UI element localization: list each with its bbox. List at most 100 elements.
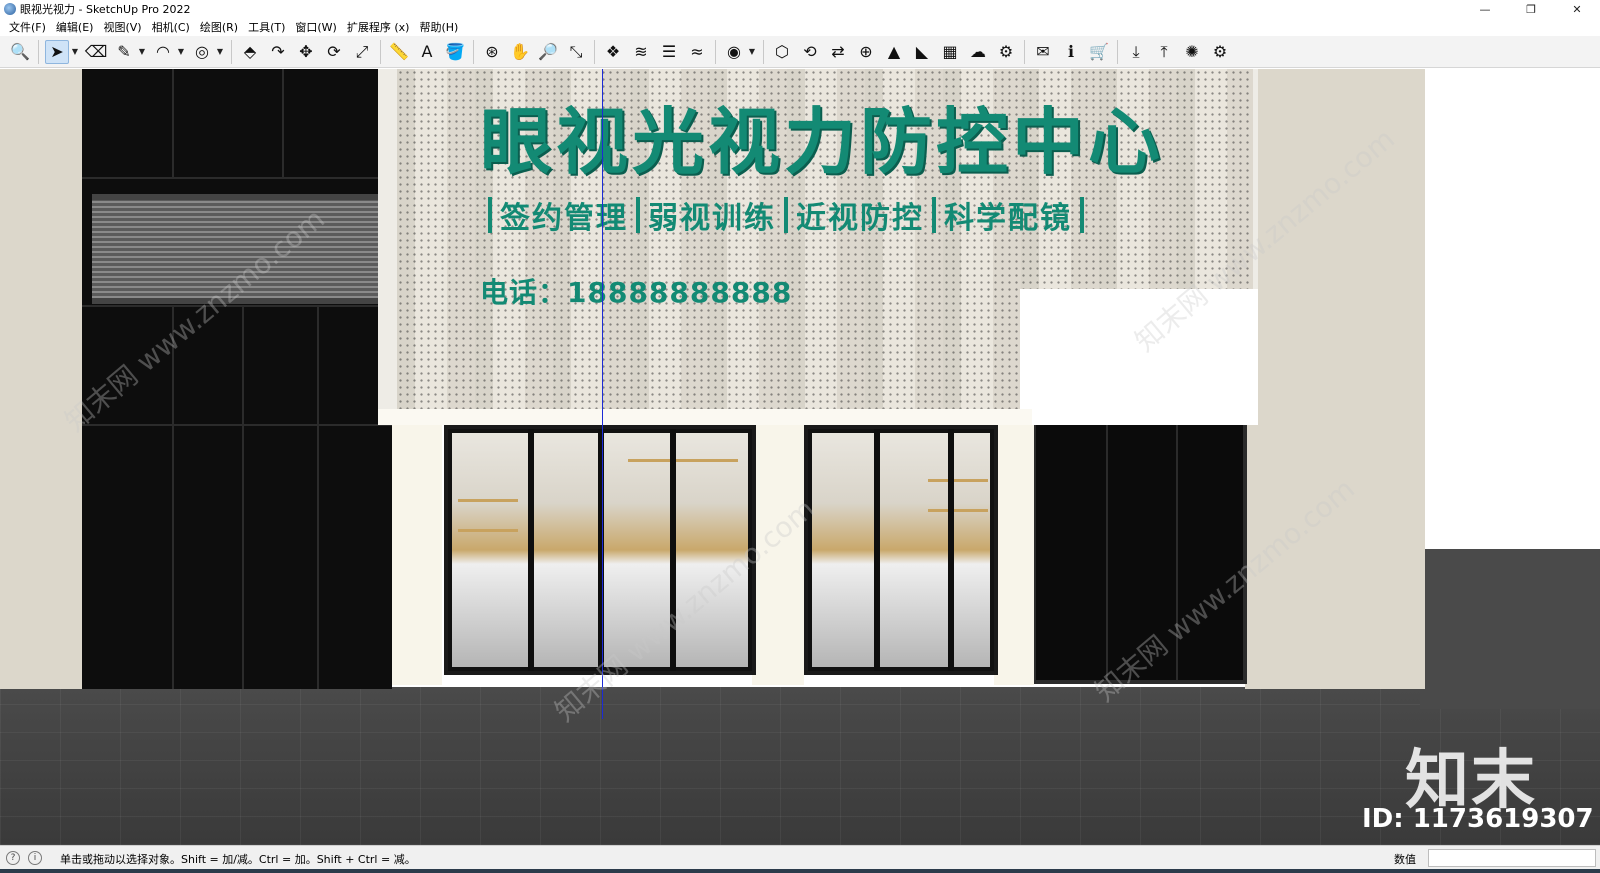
divider xyxy=(784,197,788,233)
toolbar-separator xyxy=(1024,39,1025,64)
layers-a-tool-icon[interactable]: ❖ xyxy=(601,40,625,64)
window-title: 眼视光视力 - SketchUp Pro 2022 xyxy=(20,3,191,16)
asset-id: ID: 1173619307 xyxy=(1362,804,1594,834)
menu-draw[interactable]: 绘图(R) xyxy=(195,19,243,35)
move-tool-icon[interactable]: ✥ xyxy=(294,40,318,64)
toolbar-separator xyxy=(231,39,232,64)
sketchup-logo-icon xyxy=(4,3,16,15)
minimize-button[interactable]: — xyxy=(1462,0,1508,18)
facade-pier-middle xyxy=(752,425,804,685)
layers-d-tool-icon[interactable]: ≈ xyxy=(685,40,709,64)
window-controls: — ❐ ✕ xyxy=(1462,0,1600,18)
maximize-button[interactable]: ❐ xyxy=(1508,0,1554,18)
ventilation-louver xyxy=(92,194,382,304)
layers-b-tool-icon[interactable]: ≋ xyxy=(629,40,653,64)
ext-tree-tool-icon[interactable]: ▲ xyxy=(882,40,906,64)
left-glass-curtain-wall xyxy=(82,69,392,689)
ext-import-tool-icon[interactable]: ⤓ xyxy=(1124,40,1148,64)
ext-render-tool-icon[interactable]: ✺ xyxy=(1180,40,1204,64)
rotate-tool-icon[interactable]: ⟳ xyxy=(322,40,346,64)
tape-measure-tool-icon[interactable]: 📏 xyxy=(387,40,411,64)
ext-warehouse-tool-icon[interactable]: ⬡ xyxy=(770,40,794,64)
dropdown-arrow-icon[interactable]: ▼ xyxy=(748,47,756,56)
divider xyxy=(1080,197,1084,233)
facade-step-void xyxy=(1020,289,1258,425)
ground-plane-far xyxy=(1420,549,1600,709)
zoom-window-tool-icon[interactable]: ⤡ xyxy=(564,40,588,64)
ext-cloud-tool-icon[interactable]: ☁ xyxy=(966,40,990,64)
sign-title: 眼视光视力防控中心 xyxy=(480,100,1165,184)
dropdown-arrow-icon[interactable]: ▼ xyxy=(71,47,79,56)
toolbar-separator xyxy=(380,39,381,64)
ext-flip-tool-icon[interactable]: ⇄ xyxy=(826,40,850,64)
storefront-glass-right xyxy=(804,425,998,675)
orbit-tool-icon[interactable]: ⊛ xyxy=(480,40,504,64)
sign-phone: 电话：18888888888 xyxy=(480,276,793,309)
model-viewport[interactable]: 眼视光视力防控中心 签约管理 弱视训练 近视防控 科学配镜 电话：1888888… xyxy=(0,69,1600,845)
main-toolbar: 🔍 ➤ ▼ ⌫ ✎ ▼ ◠ ▼ ◎ ▼ ⬘ ↷ ✥ ⟳ ⤢ 📏 A 🪣 ⊛ ✋ 🔎 ⤡ ❖ ≋ ☰ ≈ ◉ ▼ ⬡ ⟲ ⇄ ⊕ ▲ ◣ ▦ ☁ ⚙ ✉ ℹ 🛒… xyxy=(0,36,1600,68)
cart-tool-icon[interactable]: 🛒 xyxy=(1087,40,1111,64)
toolbar-separator xyxy=(594,39,595,64)
push-pull-tool-icon[interactable]: ⬘ xyxy=(238,40,262,64)
scale-tool-icon[interactable]: ⤢ xyxy=(350,40,374,64)
layers-c-tool-icon[interactable]: ☰ xyxy=(657,40,681,64)
select-tool-icon[interactable]: ➤ xyxy=(45,39,69,64)
dropdown-arrow-icon[interactable]: ▼ xyxy=(216,47,224,56)
info-tool-icon[interactable]: ℹ xyxy=(1059,40,1083,64)
menu-help[interactable]: 帮助(H) xyxy=(414,19,463,35)
ext-stairs-tool-icon[interactable]: ◣ xyxy=(910,40,934,64)
menu-edit[interactable]: 编辑(E) xyxy=(51,19,99,35)
measurements-label: 数值 xyxy=(1394,853,1416,866)
sign-services: 签约管理 弱视训练 近视防控 科学配镜 xyxy=(480,193,1092,237)
arc-tool-icon[interactable]: ◠ xyxy=(151,40,175,64)
menu-window[interactable]: 窗口(W) xyxy=(290,19,341,35)
divider xyxy=(932,197,936,233)
taskbar-strip xyxy=(0,869,1600,873)
facade-trim xyxy=(378,409,1032,425)
divider xyxy=(636,197,640,233)
ext-add-tool-icon[interactable]: ⊕ xyxy=(854,40,878,64)
toolbar-separator xyxy=(715,39,716,64)
right-building-wall xyxy=(1245,69,1425,689)
zoom-tool-icon[interactable]: 🔎 xyxy=(536,40,560,64)
green-axis-line xyxy=(602,69,603,719)
eraser-tool-icon[interactable]: ⌫ xyxy=(84,40,108,64)
follow-me-tool-icon[interactable]: ↷ xyxy=(266,40,290,64)
text-tool-icon[interactable]: A xyxy=(415,40,439,64)
pan-tool-icon[interactable]: ✋ xyxy=(508,40,532,64)
service-label: 签约管理 xyxy=(500,201,628,236)
ext-settings-tool-icon[interactable]: ⚙ xyxy=(994,40,1018,64)
close-button[interactable]: ✕ xyxy=(1554,0,1600,18)
facade-pier-left xyxy=(392,425,442,685)
pencil-tool-icon[interactable]: ✎ xyxy=(112,40,136,64)
toolbar-separator xyxy=(473,39,474,64)
ext-gear2-tool-icon[interactable]: ⚙ xyxy=(1208,40,1232,64)
menu-extensions[interactable]: 扩展程序 (x) xyxy=(342,19,415,35)
menu-camera[interactable]: 相机(C) xyxy=(147,19,195,35)
divider xyxy=(488,197,492,233)
ext-export-tool-icon[interactable]: ⤒ xyxy=(1152,40,1176,64)
title-bar: 眼视光视力 - SketchUp Pro 2022 — ❐ ✕ xyxy=(0,0,1600,18)
shapes-tool-icon[interactable]: ◎ xyxy=(190,40,214,64)
paint-bucket-tool-icon[interactable]: 🪣 xyxy=(443,40,467,64)
account-tool-icon[interactable]: ◉ xyxy=(722,40,746,64)
geo-location-icon[interactable]: ? xyxy=(6,851,20,865)
dropdown-arrow-icon[interactable]: ▼ xyxy=(138,47,146,56)
ext-checker-tool-icon[interactable]: ▦ xyxy=(938,40,962,64)
toolbar-separator xyxy=(1117,39,1118,64)
instructor-icon[interactable]: i xyxy=(28,851,42,865)
status-bar: ? i 单击或拖动以选择对象。Shift = 加/减。Ctrl = 加。Shif… xyxy=(0,845,1600,873)
status-message: 单击或拖动以选择对象。Shift = 加/减。Ctrl = 加。Shift + … xyxy=(60,853,416,866)
ext-sync-tool-icon[interactable]: ⟲ xyxy=(798,40,822,64)
menu-file[interactable]: 文件(F) xyxy=(4,19,51,35)
menu-view[interactable]: 视图(V) xyxy=(98,19,146,35)
dropdown-arrow-icon[interactable]: ▼ xyxy=(177,47,185,56)
toolbar-separator xyxy=(763,39,764,64)
mail-tool-icon[interactable]: ✉ xyxy=(1031,40,1055,64)
toolbar-separator xyxy=(38,39,39,64)
zoom-extents-tool-icon[interactable]: 🔍 xyxy=(8,40,32,64)
ground-plane xyxy=(0,687,1600,845)
service-label: 弱视训练 xyxy=(648,201,776,236)
menu-tools[interactable]: 工具(T) xyxy=(243,19,290,35)
measurements-input[interactable] xyxy=(1428,849,1596,867)
